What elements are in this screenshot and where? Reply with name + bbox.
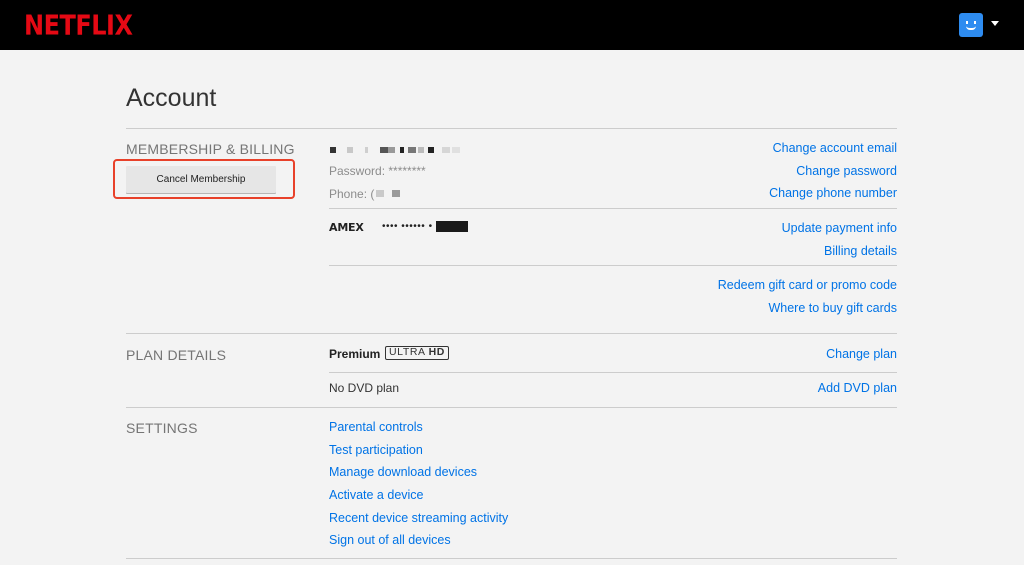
change-account-email-link[interactable]: Change account email [773,141,897,155]
page-title: Account [126,84,217,112]
change-password-link[interactable]: Change password [796,164,897,178]
phone-redacted-1 [376,190,384,197]
divider-bottom [126,558,897,559]
email-redacted [330,144,465,156]
caret-down-icon[interactable] [991,21,999,26]
recent-streaming-activity-link[interactable]: Recent device streaming activity [329,511,508,525]
change-phone-number-link[interactable]: Change phone number [769,186,897,200]
cancel-membership-button[interactable]: Cancel Membership [126,166,276,193]
redeem-gift-card-link[interactable]: Redeem gift card or promo code [718,278,897,292]
card-number-redacted [436,221,468,232]
membership-billing-label: MEMBERSHIP & BILLING [126,141,295,157]
sign-out-all-devices-link[interactable]: Sign out of all devices [329,533,451,547]
update-payment-info-link[interactable]: Update payment info [782,221,897,235]
parental-controls-link[interactable]: Parental controls [329,420,423,434]
netflix-logo[interactable]: NETFLIX [24,9,133,41]
card-number-mask: •••• •••••• • [382,221,433,232]
badge-hd: HD [428,346,445,358]
password-value: Password: ******** [329,164,426,178]
avatar-eye-right [974,21,976,24]
dvd-plan-status: No DVD plan [329,381,400,395]
ultra-hd-badge: ULTRA HD [385,346,449,360]
change-plan-link[interactable]: Change plan [826,347,897,361]
amex-card-logo: AMEX [329,221,364,234]
top-nav-bar: NETFLIX [0,0,1024,50]
avatar-eye-left [966,21,968,24]
divider-account-payment [329,208,897,209]
plan-details-label: PLAN DETAILS [126,347,227,363]
test-participation-link[interactable]: Test participation [329,443,423,457]
manage-download-devices-link[interactable]: Manage download devices [329,465,477,479]
where-to-buy-gift-cards-link[interactable]: Where to buy gift cards [768,301,897,315]
divider-plan-dvd [329,372,897,373]
divider-plan [126,333,897,334]
divider-top [126,128,897,129]
phone-redacted-2 [392,190,400,197]
plan-name: Premium [329,347,381,361]
settings-label: SETTINGS [126,420,198,436]
add-dvd-plan-link[interactable]: Add DVD plan [818,381,897,395]
activate-device-link[interactable]: Activate a device [329,488,424,502]
phone-value: Phone: ( [329,187,375,201]
billing-details-link[interactable]: Billing details [824,244,897,258]
avatar-mouth [966,26,976,30]
smiley-avatar-icon[interactable] [959,13,983,37]
badge-ultra: ULTRA [389,346,429,358]
divider-payment-gift [329,265,897,266]
divider-settings [126,407,897,408]
